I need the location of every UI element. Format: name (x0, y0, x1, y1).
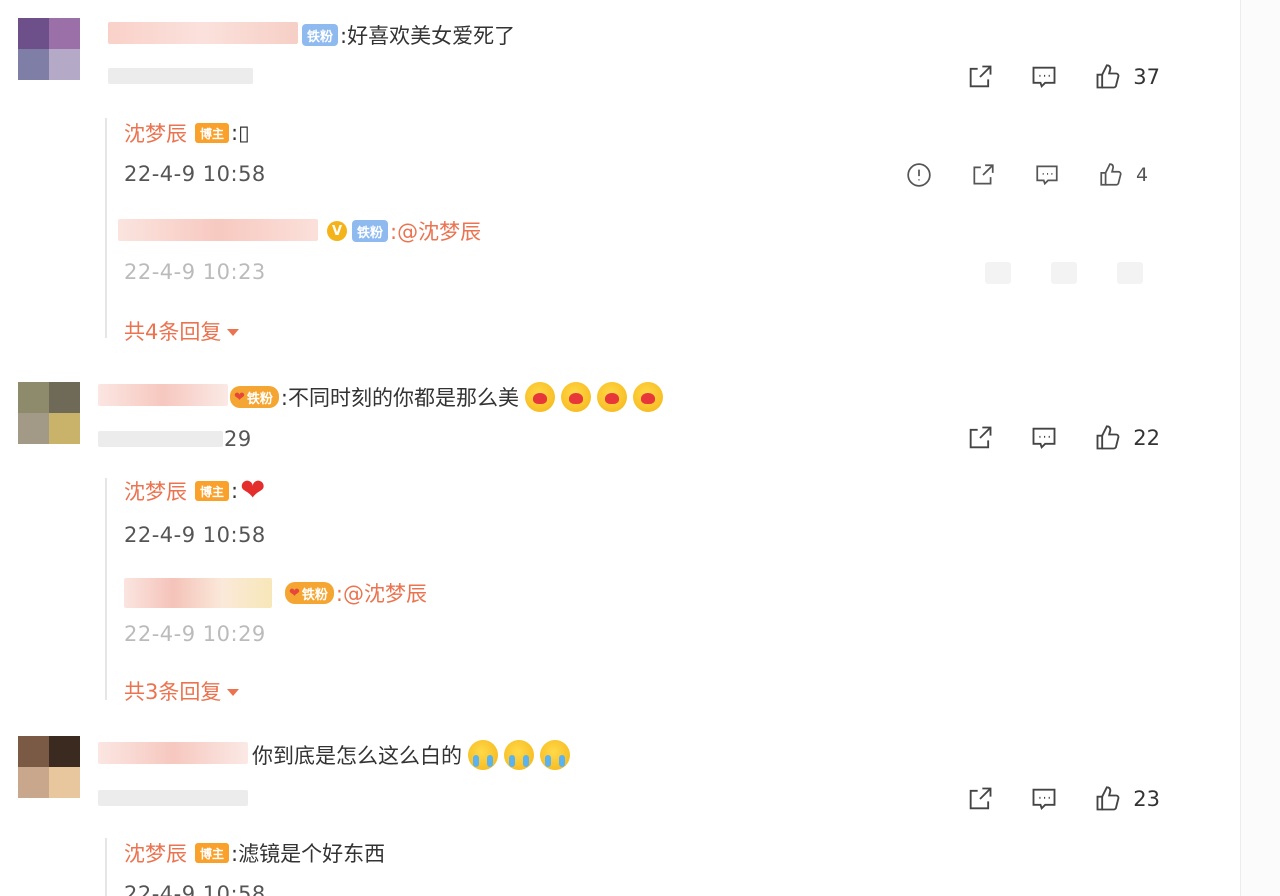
fan-badge-label: 铁粉 (301, 587, 328, 603)
reply-time: 22-4-9 10:23 (124, 260, 266, 284)
reply-time: 22-4-9 10:29 (124, 622, 266, 646)
blogger-badge: 博主 (195, 481, 230, 501)
more-replies-link[interactable]: 共3条回复 (124, 676, 240, 706)
like-count: 22 (1133, 426, 1160, 450)
like-count: 37 (1133, 65, 1160, 89)
avatar[interactable] (18, 736, 80, 798)
share-icon[interactable] (965, 784, 995, 814)
fan-badge: 铁粉 (302, 24, 339, 46)
blogger-badge: 博主 (195, 843, 230, 863)
kiss-emoji-icon (633, 382, 663, 412)
fan-badge: 铁粉 (352, 220, 389, 242)
crying-emoji-icon (468, 740, 498, 770)
heart-icon: ❤ (234, 389, 245, 405)
comment-icon[interactable] (1029, 62, 1059, 92)
fan-badge-gold: ❤ 铁粉 (230, 386, 279, 408)
comment-actions: 22 (931, 423, 1160, 453)
reply-author[interactable]: 沈梦辰 (124, 476, 187, 506)
fan-badge-label: 铁粉 (246, 391, 273, 407)
thumbs-up-icon[interactable] (1096, 160, 1126, 190)
comment-content: ❤ 铁粉 :不同时刻的你都是那么美 (230, 382, 663, 412)
username-blurred[interactable] (98, 742, 248, 764)
comment-item: 你到底是怎么这么白的 23 沈梦辰 博主 :滤镜是个好东西 22-4-9 10:… (0, 720, 1240, 896)
reply-text: : (231, 479, 239, 503)
thumbs-up-icon[interactable] (1093, 423, 1123, 453)
more-replies-link[interactable]: 共4条回复 (124, 316, 240, 346)
timestamp-blurred (98, 431, 223, 447)
mention-link[interactable]: :@沈梦辰 (336, 578, 427, 608)
caret-down-icon (227, 689, 240, 696)
reply-actions: 4 (870, 160, 1160, 190)
reply-author[interactable]: 沈梦辰 (124, 838, 187, 868)
username-blurred[interactable] (108, 22, 298, 44)
red-heart-icon: ❤ (240, 473, 266, 508)
reply-content: 沈梦辰 博主 :▯ (124, 118, 250, 148)
reply-content: 沈梦辰 博主 :滤镜是个好东西 (124, 838, 385, 868)
comment-icon[interactable] (1029, 784, 1059, 814)
comment-content: 你到底是怎么这么白的 (252, 740, 570, 770)
heart-icon: ❤ (289, 585, 300, 601)
comment-actions: 37 (931, 62, 1160, 92)
kiss-emoji-icon (525, 382, 555, 412)
comment-text: :不同时刻的你都是那么美 (280, 386, 519, 410)
caret-down-icon (227, 329, 240, 336)
timestamp-partial: 29 (224, 427, 252, 451)
reply-content: ❤ 铁粉 :@沈梦辰 (285, 578, 427, 608)
thumbs-up-icon[interactable] (1093, 784, 1123, 814)
comment-content: 铁粉 :好喜欢美女爱死了 (302, 20, 515, 50)
reply-time: 22-4-9 10:58 (124, 882, 266, 896)
more-replies-label: 共3条回复 (124, 680, 222, 704)
reply-divider (105, 478, 107, 700)
crying-emoji-icon (540, 740, 570, 770)
reply-text: :滤镜是个好东西 (231, 842, 386, 866)
share-icon[interactable] (965, 423, 995, 453)
comment-icon[interactable] (1029, 423, 1059, 453)
more-replies-label: 共4条回复 (124, 320, 222, 344)
verified-icon: V (327, 221, 347, 241)
comment-item: 铁粉 :好喜欢美女爱死了 37 沈梦辰 博主 :▯ 22-4-9 10:58 4… (0, 0, 1240, 350)
reply-time: 22-4-9 10:58 (124, 162, 266, 186)
timestamp-blurred (108, 68, 253, 84)
report-icon[interactable] (904, 160, 934, 190)
kiss-emoji-icon (561, 382, 591, 412)
fan-badge-gold: ❤ 铁粉 (285, 582, 334, 604)
reply-text: :▯ (231, 121, 250, 145)
share-icon[interactable] (965, 62, 995, 92)
reply-content: V 铁粉 :@沈梦辰 (322, 216, 481, 246)
like-count: 4 (1136, 164, 1149, 186)
reply-author[interactable]: 沈梦辰 (124, 118, 187, 148)
comment-icon[interactable] (1032, 160, 1062, 190)
share-icon[interactable] (968, 160, 998, 190)
avatar[interactable] (18, 382, 80, 444)
reply-divider (105, 838, 107, 896)
timestamp-blurred (98, 790, 248, 806)
like-count: 23 (1133, 787, 1160, 811)
comment-item: 29 ❤ 铁粉 :不同时刻的你都是那么美 22 沈梦辰 博主 : ❤ 22-4-9… (0, 360, 1240, 710)
reply-content: 沈梦辰 博主 : ❤ (124, 476, 265, 506)
thumbs-up-icon[interactable] (1093, 62, 1123, 92)
avatar[interactable] (18, 18, 80, 80)
username-blurred[interactable] (98, 384, 228, 406)
crying-emoji-icon (504, 740, 534, 770)
comment-text: :好喜欢美女爱死了 (340, 24, 516, 48)
kiss-emoji-icon (597, 382, 627, 412)
faded-actions (985, 262, 1183, 284)
username-blurred[interactable] (118, 219, 318, 241)
reply-divider (105, 118, 107, 338)
username-blurred[interactable] (124, 578, 272, 608)
reply-time: 22-4-9 10:58 (124, 523, 266, 547)
comment-actions: 23 (931, 784, 1160, 814)
blogger-badge: 博主 (195, 123, 230, 143)
page-right-edge (1240, 0, 1280, 896)
mention-link[interactable]: :@沈梦辰 (390, 216, 481, 246)
comment-text: 你到底是怎么这么白的 (252, 744, 462, 768)
